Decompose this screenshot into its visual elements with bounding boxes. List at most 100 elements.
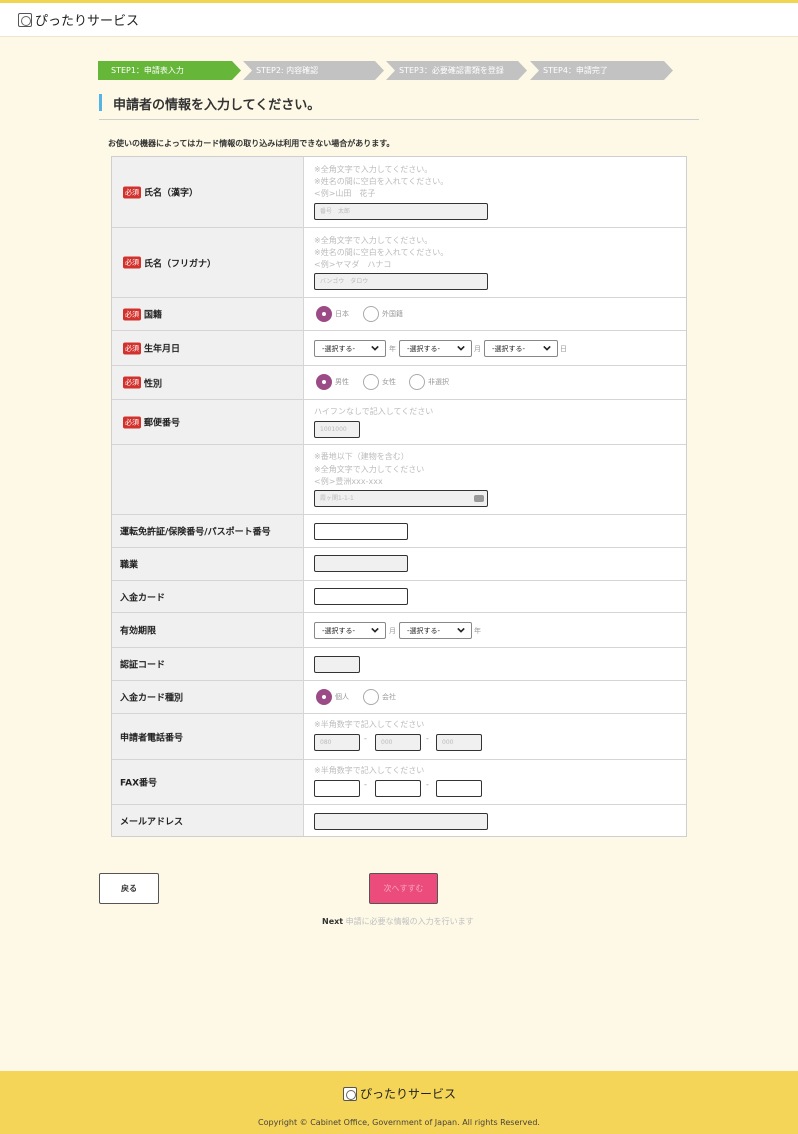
birth-year-select[interactable]: -選択する- [314,340,386,357]
postal-code-input[interactable] [314,421,360,438]
expiry-year-select[interactable]: -選択する- [399,622,472,639]
phone-part-3-input[interactable] [436,734,482,751]
page-title: 申請者の情報を入力してください。 [113,98,321,113]
chevron-down-icon [371,627,379,633]
row-address: ※番地以下（建物を含む） ※全角文字で入力してください <例>豊洲xxx-xxx [112,445,686,515]
radio-individual[interactable]: 個人 [316,689,349,705]
footer-logo[interactable]: ぴったりサービス [343,1085,456,1102]
unit-month: 月 [389,627,396,635]
next-note-desc: 申請に必要な情報の入力を行います [345,917,474,926]
unit-year: 年 [389,345,396,353]
row-license: 運転免許証/保険番号/パスポート番号 [112,515,686,548]
hint-text: ※姓名の間に空白を入れてください。 [314,248,449,257]
radio-unselected-icon [363,306,379,322]
label-occupation: 職業 [120,560,139,571]
hint-text: ※半角数字で記入してください [314,720,425,729]
row-auth-code: 認証コード [112,648,686,681]
hint-text: ※全角文字で入力してください [314,465,425,474]
required-badge: 必須 [123,342,141,354]
hint-text: ※全角文字で入力してください。 [314,165,433,174]
hint-text: ハイフンなしで記入してください [314,407,434,416]
footer-logo-text: ぴったりサービス [360,1087,457,1101]
row-card: 入金カード [112,581,686,613]
occupation-input[interactable] [314,555,408,572]
required-badge: 必須 [123,376,141,389]
hint-text: ※番地以下（建物を含む） [314,452,409,461]
label-card-type: 入金カード種別 [120,693,184,704]
clear-icon[interactable] [474,495,484,502]
label-card: 入金カード [120,593,166,603]
label-license: 運転免許証/保険番号/パスポート番号 [120,527,271,538]
label-auth-code: 認証コード [120,660,166,671]
address-input[interactable] [314,490,488,507]
phone-part-2-input[interactable] [375,734,421,751]
label-gender: 性別 [144,379,163,389]
row-birthdate: 必須 生年月日 -選択する- 年 -選択する- 月 -選択する- 日 [112,331,686,366]
fax-part-1-input[interactable] [314,780,360,797]
step-3: STEP3：必要確認書類を登録 [386,61,527,80]
radio-selected-icon [316,689,332,705]
next-button[interactable]: 次へすすむ [369,873,438,904]
row-occupation: 職業 [112,548,686,581]
required-badge: 必須 [123,416,141,428]
hint-text: ※姓名の間に空白を入れてください。 [314,177,449,186]
site-header: ぴったりサービス [0,3,798,37]
row-nationality: 必須 国籍 日本 外国籍 [112,298,686,331]
step-4: STEP4：申請完了 [530,61,673,80]
next-note-key: Next [322,917,344,926]
separator: - [364,734,367,743]
label-name-kanji: 氏名（漢字） [144,188,199,199]
radio-unselected-icon [363,374,379,390]
row-gender: 必須 性別 男性 女性 非選択 [112,366,686,400]
radio-unspecified[interactable]: 非選択 [409,374,449,390]
row-card-type: 入金カード種別 個人 会社 [112,681,686,714]
radio-unselected-icon [409,374,425,390]
card-notice: お使いの機器によってはカード情報の取り込みは利用できない場合があります。 [108,139,395,148]
site-logo-text[interactable]: ぴったりサービス [35,10,139,29]
phone-part-1-input[interactable] [314,734,360,751]
card-number-input[interactable] [314,588,408,605]
unit-year: 年 [474,627,481,635]
chevron-down-icon [543,345,551,351]
email-input[interactable] [314,813,488,830]
name-kana-input[interactable] [314,273,488,290]
radio-selected-icon [316,374,332,390]
label-postal: 郵便番号 [144,418,181,429]
radio-company[interactable]: 会社 [363,689,396,705]
radio-female[interactable]: 女性 [363,374,396,390]
radio-foreign[interactable]: 外国籍 [363,306,403,322]
required-badge: 必須 [123,308,141,320]
label-birthdate: 生年月日 [144,344,181,355]
row-name-kanji: 必須 氏名（漢字） ※全角文字で入力してください。 ※姓名の間に空白を入れてくだ… [112,157,686,228]
site-footer: ぴったりサービス Copyright © Cabinet Office, Gov… [0,1071,798,1134]
fax-part-3-input[interactable] [436,780,482,797]
radio-male[interactable]: 男性 [316,374,349,390]
birth-day-select[interactable]: -選択する- [484,340,558,357]
birth-month-select[interactable]: -選択する- [399,340,472,357]
auth-code-input[interactable] [314,656,360,673]
label-nationality: 国籍 [144,310,163,321]
expiry-month-select[interactable]: -選択する- [314,622,386,639]
title-accent-bar [99,94,102,111]
separator: - [426,734,429,743]
chevron-down-icon [371,345,379,351]
back-button[interactable]: 戻る [99,873,159,904]
hint-text: <例>山田 花子 [314,189,376,198]
license-number-input[interactable] [314,523,408,540]
chevron-down-icon [457,627,465,633]
fax-part-2-input[interactable] [375,780,421,797]
hint-text: <例>ヤマダ ハナコ [314,260,392,269]
step-2: STEP2: 内容確認 [243,61,384,80]
separator: - [426,780,429,789]
radio-japan[interactable]: 日本 [316,306,349,322]
label-fax: FAX番号 [120,778,158,789]
radio-unselected-icon [363,689,379,705]
row-fax: FAX番号 ※半角数字で記入してください - - [112,760,686,805]
step-1: STEP1：申請表入力 [98,61,241,80]
unit-month: 月 [474,345,481,353]
chevron-down-icon [457,345,465,351]
hint-text: ※半角数字で記入してください [314,766,425,775]
name-kanji-input[interactable] [314,203,488,220]
row-name-kana: 必須 氏名（フリガナ） ※全角文字で入力してください。 ※姓名の間に空白を入れて… [112,228,686,298]
logo-icon [343,1086,357,1101]
